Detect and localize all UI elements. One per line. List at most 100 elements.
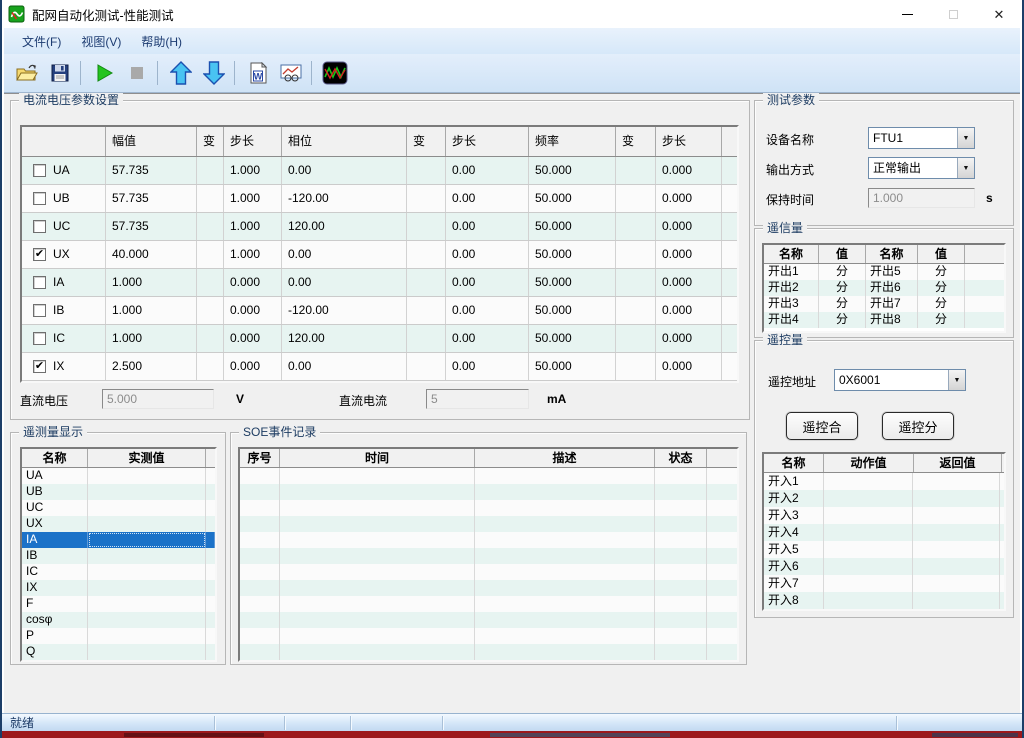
param-cell[interactable]: 50.000 <box>529 213 616 240</box>
control-row[interactable]: 开入4 <box>764 524 1004 541</box>
signal-row[interactable]: 开出4分开出8分 <box>764 312 1004 328</box>
param-cell[interactable]: 0.000 <box>656 325 722 352</box>
param-cell[interactable]: 0.000 <box>656 297 722 324</box>
param-cell[interactable]: 0.000 <box>224 269 282 296</box>
param-cell[interactable]: 50.000 <box>529 297 616 324</box>
param-cell[interactable]: 0.00 <box>282 269 407 296</box>
param-cell[interactable] <box>407 353 446 380</box>
soe-row[interactable] <box>240 484 737 500</box>
param-cell[interactable]: 0.00 <box>446 269 529 296</box>
row-checkbox[interactable] <box>33 276 46 289</box>
control-row[interactable]: 开入6 <box>764 558 1004 575</box>
param-cell[interactable]: 50.000 <box>529 353 616 380</box>
telemetry-row[interactable]: UA <box>22 468 215 484</box>
control-row[interactable]: 开入7 <box>764 575 1004 592</box>
param-cell[interactable] <box>407 297 446 324</box>
move-up-icon[interactable] <box>166 59 196 87</box>
row-checkbox[interactable]: ✔ <box>33 360 46 373</box>
param-cell[interactable] <box>407 241 446 268</box>
param-cell[interactable] <box>197 157 224 184</box>
param-cell[interactable]: 120.00 <box>282 325 407 352</box>
param-cell[interactable]: 0.00 <box>446 157 529 184</box>
menu-file[interactable]: 文件(F) <box>12 33 71 50</box>
control-row[interactable]: 开入8 <box>764 592 1004 609</box>
control-row[interactable]: 开入3 <box>764 507 1004 524</box>
soe-row[interactable] <box>240 596 737 612</box>
param-cell[interactable] <box>197 269 224 296</box>
waveform-icon[interactable] <box>320 59 350 87</box>
param-cell[interactable] <box>407 185 446 212</box>
param-cell[interactable]: 0.00 <box>282 353 407 380</box>
chevron-down-icon[interactable]: ▼ <box>948 370 965 390</box>
telemetry-row[interactable]: IX <box>22 580 215 596</box>
minimize-button[interactable] <box>884 0 930 28</box>
param-cell[interactable]: 0.00 <box>446 325 529 352</box>
param-cell[interactable]: 0.00 <box>282 241 407 268</box>
param-cell[interactable]: 0.000 <box>656 157 722 184</box>
telemetry-row[interactable]: IA <box>22 532 215 548</box>
param-cell[interactable]: 57.735 <box>106 185 197 212</box>
param-cell[interactable]: 0.00 <box>446 297 529 324</box>
param-cell[interactable]: 0.00 <box>446 353 529 380</box>
telemetry-row[interactable]: UC <box>22 500 215 516</box>
param-cell[interactable]: 0.00 <box>446 185 529 212</box>
output-mode-select[interactable]: 正常输出 ▼ <box>868 157 975 179</box>
param-cell[interactable]: -120.00 <box>282 185 407 212</box>
telemetry-row[interactable]: F <box>22 596 215 612</box>
row-checkbox[interactable] <box>33 164 46 177</box>
control-row[interactable]: 开入1 <box>764 473 1004 490</box>
row-checkbox[interactable] <box>33 192 46 205</box>
param-cell[interactable]: 40.000 <box>106 241 197 268</box>
move-down-icon[interactable] <box>199 59 229 87</box>
save-icon[interactable] <box>45 59 75 87</box>
row-checkbox[interactable] <box>33 304 46 317</box>
chevron-down-icon[interactable]: ▼ <box>957 158 974 178</box>
report-view-icon[interactable] <box>276 59 306 87</box>
param-cell[interactable] <box>197 297 224 324</box>
remote-close-button[interactable]: 遥控合 <box>786 412 858 440</box>
param-cell[interactable] <box>616 213 656 240</box>
param-cell[interactable]: 2.500 <box>106 353 197 380</box>
param-cell[interactable]: 50.000 <box>529 269 616 296</box>
run-icon[interactable] <box>89 59 119 87</box>
signal-row[interactable]: 开出1分开出5分 <box>764 264 1004 280</box>
param-cell[interactable]: 1.000 <box>106 325 197 352</box>
soe-row[interactable] <box>240 532 737 548</box>
param-cell[interactable]: 0.000 <box>656 353 722 380</box>
param-cell[interactable] <box>197 353 224 380</box>
param-cell[interactable]: 0.000 <box>656 241 722 268</box>
remote-open-button[interactable]: 遥控分 <box>882 412 954 440</box>
param-cell[interactable] <box>407 157 446 184</box>
param-cell[interactable]: 0.000 <box>224 353 282 380</box>
param-cell[interactable] <box>616 185 656 212</box>
soe-row[interactable] <box>240 468 737 484</box>
remote-addr-select[interactable]: 0X6001 ▼ <box>834 369 966 391</box>
param-cell[interactable] <box>616 269 656 296</box>
device-name-select[interactable]: FTU1 ▼ <box>868 127 975 149</box>
param-cell[interactable]: 120.00 <box>282 213 407 240</box>
row-checkbox[interactable]: ✔ <box>33 248 46 261</box>
param-cell[interactable]: 50.000 <box>529 325 616 352</box>
hold-time-input[interactable]: 1.000 <box>868 188 975 208</box>
maximize-button[interactable] <box>930 0 976 28</box>
open-icon[interactable] <box>12 59 42 87</box>
param-cell[interactable] <box>197 213 224 240</box>
param-cell[interactable]: 1.000 <box>224 241 282 268</box>
close-button[interactable]: ✕ <box>976 0 1022 28</box>
telemetry-row[interactable]: UX <box>22 516 215 532</box>
param-cell[interactable]: 0.00 <box>446 213 529 240</box>
signal-row[interactable]: 开出2分开出6分 <box>764 280 1004 296</box>
signal-row[interactable]: 开出3分开出7分 <box>764 296 1004 312</box>
param-cell[interactable]: 0.000 <box>224 325 282 352</box>
soe-row[interactable] <box>240 548 737 564</box>
soe-row[interactable] <box>240 628 737 644</box>
stop-icon[interactable] <box>122 59 152 87</box>
param-cell[interactable] <box>197 185 224 212</box>
soe-row[interactable] <box>240 500 737 516</box>
param-cell[interactable]: 0.00 <box>282 157 407 184</box>
telemetry-row[interactable]: Q <box>22 644 215 660</box>
param-cell[interactable] <box>407 269 446 296</box>
param-cell[interactable]: 57.735 <box>106 157 197 184</box>
param-cell[interactable] <box>616 241 656 268</box>
param-cell[interactable] <box>616 325 656 352</box>
